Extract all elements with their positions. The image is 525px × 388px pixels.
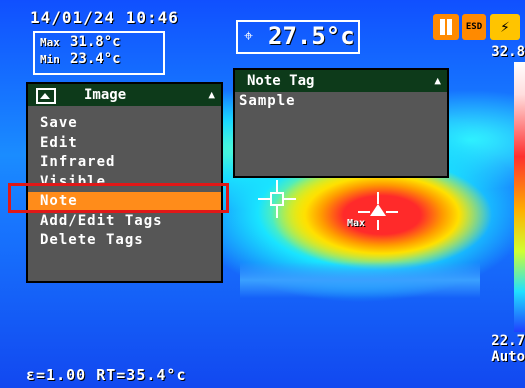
image-menu-title: Image [84,87,127,103]
selection-highlight-box [8,183,229,213]
max-cursor-label: Max [347,218,366,229]
scale-max: 32.8 [491,44,525,60]
reflected-temp-value: RT=35.4°c [96,366,187,384]
image-menu-header: Image ▲ [28,84,221,106]
max-row: Max 31.8°c [40,34,121,50]
color-scale-bar [514,62,525,332]
menu-item-add-edit-tags[interactable]: Add/Edit Tags [28,212,221,232]
scale-mode: Auto [491,349,525,365]
note-tag-menu: Note Tag ▲ Sample [233,68,449,178]
esd-icon: ESD [462,14,486,40]
thermal-stripe [240,262,480,298]
note-tag-value[interactable]: Sample [235,92,447,112]
max-label: Max [40,36,60,49]
updown-arrow-icon[interactable]: ▲ [434,70,441,92]
menu-item-edit[interactable]: Edit [28,134,221,154]
menu-item-delete-tags[interactable]: Delete Tags [28,231,221,251]
note-tag-header: Note Tag ▲ [235,70,447,92]
menu-item-save[interactable]: Save [28,114,221,134]
thermal-image: 14/01/24 10:46 Max 31.8°c Min 23.4°c ⌖ 27.… [0,0,525,388]
updown-arrow-icon[interactable]: ▲ [208,84,215,106]
emissivity-value: ε=1.00 [26,366,87,384]
image-icon [36,88,56,104]
spot-temperature-box: ⌖ 27.5°c [236,20,360,54]
crosshair-icon [258,180,296,218]
menu-item-infrared[interactable]: Infrared [28,153,221,173]
min-value: 23.4°c [70,51,121,67]
datetime: 14/01/24 10:46 [30,8,179,27]
emissivity-readout: ε=1.00 RT=35.4°c [26,366,187,384]
spot-temperature: 27.5°c [268,22,355,50]
scale-min: 22.7 [491,333,525,349]
min-row: Min 23.4°c [40,51,121,67]
battery-charge-icon: ⚡ [490,14,520,40]
spot-target-icon: ⌖ [244,26,254,45]
pause-icon[interactable] [433,14,459,40]
max-min-box: Max 31.8°c Min 23.4°c [33,31,165,75]
max-value: 31.8°c [70,34,121,50]
note-tag-title: Note Tag [247,73,315,89]
min-label: Min [40,53,60,66]
